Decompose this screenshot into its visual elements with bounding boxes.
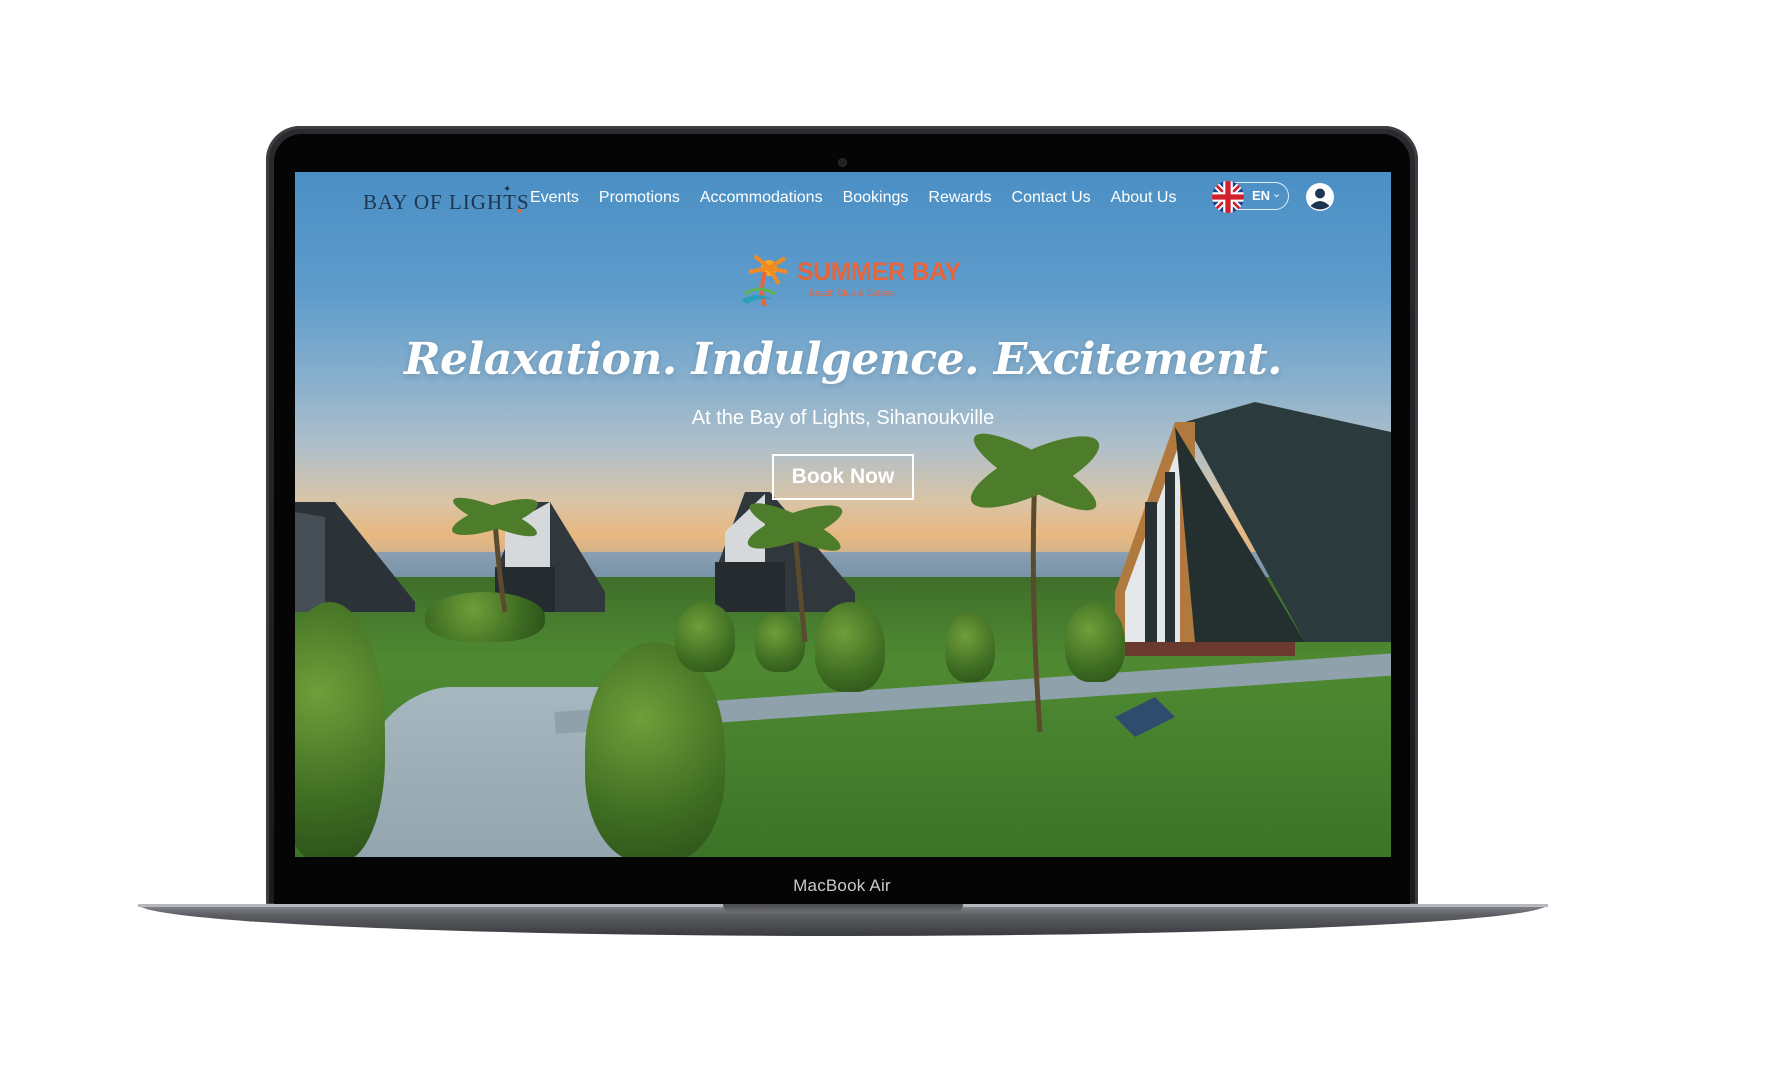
language-selector[interactable]: EN ⌄ [1212,181,1289,213]
book-now-button[interactable]: Book Now [772,454,914,500]
nav-promotions[interactable]: Promotions [589,189,690,207]
laptop-base [138,904,1548,936]
nav-about-us[interactable]: About Us [1101,189,1187,207]
nav-rewards[interactable]: Rewards [918,189,1001,207]
user-circle-icon[interactable] [1305,182,1335,212]
chevron-down-icon: ⌄ [1272,188,1282,200]
nav-menu: Events Promotions Accommodations Booking… [520,189,1186,207]
summer-bay-logo: SUMMER BAY Beach Club & Cabins [735,250,961,312]
hero-subline: At the Bay of Lights, Sihanoukville [691,407,995,429]
nav-accommodations[interactable]: Accommodations [690,189,833,207]
logo-title: SUMMER BAY [797,258,961,286]
base-notch [723,904,963,913]
website-screen: BAY OF LIGHTS ✦ Events Promotions Accomm… [295,172,1391,857]
nav-contact-us[interactable]: Contact Us [1002,189,1101,207]
nav-events[interactable]: Events [520,189,589,207]
sparkle-icon: ✦ [503,184,512,195]
device-mockup: MacBook Air BAY OF LIGHTS ✦ Events Promo… [0,0,1772,1080]
palm-sun-icon [741,254,788,307]
language-code: EN [1252,188,1271,203]
top-navigation: BAY OF LIGHTS ✦ Events Promotions Accomm… [295,172,1391,222]
hero-headline: Relaxation. Indulgence. Excitement. [403,334,1283,385]
logo-subtitle: Beach Club & Cabins [809,288,895,298]
uk-flag-icon [1212,181,1244,213]
device-label: MacBook Air [793,876,891,895]
camera-icon [839,159,846,166]
brand-accent-dot [518,209,522,213]
nav-bookings[interactable]: Bookings [833,189,919,207]
